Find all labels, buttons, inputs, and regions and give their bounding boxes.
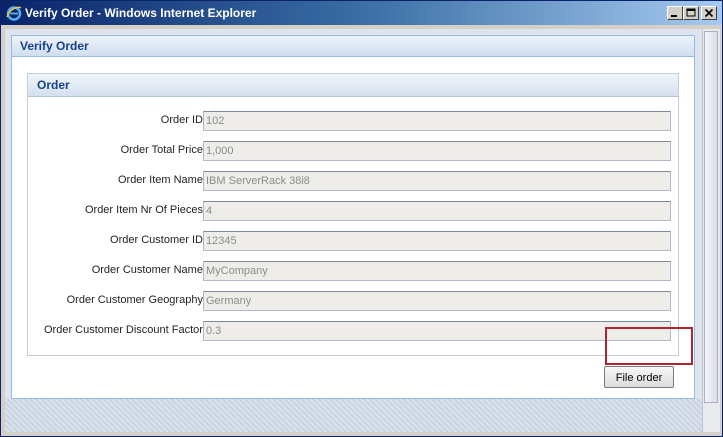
scrollbar-thumb[interactable] [704,31,718,403]
order-item-name-label: Order Item Name: [117,174,206,186]
file-order-button[interactable]: File order [604,366,674,388]
page-background [5,399,720,432]
order-item-pieces-row: Order Item Nr Of Pieces: [28,201,678,221]
maximize-icon [686,8,696,17]
verify-order-panel: Verify Order Order Order ID: Order Total… [11,35,695,399]
order-id-row: Order ID: [28,111,678,131]
fieldset-title: Order [37,78,70,92]
highlight-annotation-box [605,327,693,365]
order-item-name-field[interactable] [203,171,671,191]
panel-header: Verify Order [12,36,694,57]
title-bar: Verify Order - Windows Internet Explorer [1,1,722,25]
close-icon [704,8,714,18]
minimize-button[interactable] [667,6,683,20]
order-customer-discount-field[interactable] [203,321,671,341]
order-customer-geography-field[interactable] [203,291,671,311]
order-item-pieces-field[interactable] [203,201,671,221]
minimize-icon [671,15,677,17]
panel-title: Verify Order [20,39,89,53]
order-fieldset: Order Order ID: Order Total Price: Order… [27,73,679,356]
order-item-name-row: Order Item Name: [28,171,678,191]
order-customer-discount-row: Order Customer Discount Factor: [28,321,678,341]
order-total-price-label: Order Total Price: [120,144,206,156]
action-bar: File order [12,356,694,398]
order-item-pieces-label: Order Item Nr Of Pieces: [84,204,206,216]
order-customer-name-field[interactable] [203,261,671,281]
internet-explorer-icon [6,5,22,21]
order-total-price-field[interactable] [203,141,671,161]
order-id-field[interactable] [203,111,671,131]
order-id-label: Order ID: [160,114,206,126]
fieldset-header: Order [28,74,678,97]
vertical-scrollbar[interactable] [702,29,720,432]
order-customer-discount-label: Order Customer Discount Factor: [44,324,206,336]
order-customer-id-row: Order Customer ID: [28,231,678,251]
order-customer-id-label: Order Customer ID: [110,234,206,246]
order-customer-geography-row: Order Customer Geography: [28,291,678,311]
order-customer-geography-label: Order Customer Geography: [66,294,206,306]
order-customer-id-field[interactable] [203,231,671,251]
maximize-button[interactable] [683,6,699,20]
browser-window: Verify Order - Windows Internet Explorer… [0,0,723,437]
window-title: Verify Order - Windows Internet Explorer [25,6,257,20]
order-customer-name-row: Order Customer Name: [28,261,678,281]
close-button[interactable] [701,6,717,20]
browser-content-area: Verify Order Order Order ID: Order Total… [5,29,720,432]
order-total-price-row: Order Total Price: [28,141,678,161]
order-customer-name-label: Order Customer Name: [91,264,206,276]
